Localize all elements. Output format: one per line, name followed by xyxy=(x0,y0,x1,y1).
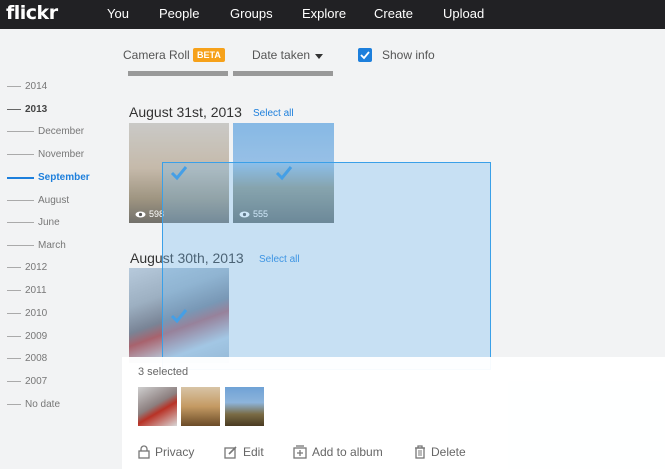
show-info-checkbox[interactable] xyxy=(358,48,372,62)
select-all-link[interactable]: Select all xyxy=(253,108,294,119)
checkmark-icon xyxy=(360,51,370,60)
nav-upload[interactable]: Upload xyxy=(443,6,484,21)
timeline-march[interactable]: March xyxy=(7,240,66,254)
edit-button[interactable]: Edit xyxy=(224,444,264,460)
selected-thumbnail[interactable] xyxy=(181,387,220,426)
timeline-december[interactable]: December xyxy=(7,126,84,140)
view-count: 598 xyxy=(135,209,164,219)
nav-you[interactable]: You xyxy=(107,6,129,21)
delete-button[interactable]: Delete xyxy=(414,444,466,460)
timeline-2012[interactable]: 2012 xyxy=(7,262,47,276)
timeline-2011[interactable]: 2011 xyxy=(7,285,47,299)
timeline-2013[interactable]: 2013 xyxy=(7,104,47,118)
drag-selection-marquee xyxy=(162,162,491,370)
add-album-icon xyxy=(293,445,307,459)
top-navigation-bar: flickr You People Groups Explore Create … xyxy=(0,0,665,29)
timeline-november[interactable]: November xyxy=(7,149,84,163)
add-to-album-button[interactable]: Add to album xyxy=(293,444,383,460)
show-info-label[interactable]: Show info xyxy=(382,48,435,62)
timeline-2007[interactable]: 2007 xyxy=(7,376,47,390)
date-heading: August 31st, 2013 xyxy=(129,104,242,120)
camera-roll-title[interactable]: Camera Roll xyxy=(123,48,190,62)
timeline-2014[interactable]: 2014 xyxy=(7,81,47,95)
trash-icon xyxy=(415,445,425,459)
timeline-june[interactable]: June xyxy=(7,217,60,231)
nav-groups[interactable]: Groups xyxy=(230,6,273,21)
nav-create[interactable]: Create xyxy=(374,6,413,21)
selected-thumbnail[interactable] xyxy=(138,387,177,426)
timeline-2010[interactable]: 2010 xyxy=(7,308,47,322)
selected-count: 3 selected xyxy=(138,366,189,378)
nav-explore[interactable]: Explore xyxy=(302,6,346,21)
beta-badge: BETA xyxy=(193,48,225,62)
privacy-button[interactable]: Privacy xyxy=(138,444,194,460)
nav-people[interactable]: People xyxy=(159,6,199,21)
eye-icon xyxy=(135,211,146,218)
chevron-down-icon[interactable] xyxy=(315,54,323,59)
timeline-august[interactable]: August xyxy=(7,195,69,209)
previous-photo-strip xyxy=(128,71,228,76)
selected-thumbnail[interactable] xyxy=(225,387,264,426)
timeline-2008[interactable]: 2008 xyxy=(7,353,47,367)
lock-icon xyxy=(138,445,150,459)
timeline-no-date[interactable]: No date xyxy=(7,399,60,413)
previous-photo-strip xyxy=(233,71,333,76)
date-taken-dropdown[interactable]: Date taken xyxy=(252,48,310,62)
pencil-icon xyxy=(224,446,237,459)
timeline-2009[interactable]: 2009 xyxy=(7,331,47,345)
flickr-logo[interactable]: flickr xyxy=(6,2,58,24)
timeline-september[interactable]: September xyxy=(7,172,90,186)
